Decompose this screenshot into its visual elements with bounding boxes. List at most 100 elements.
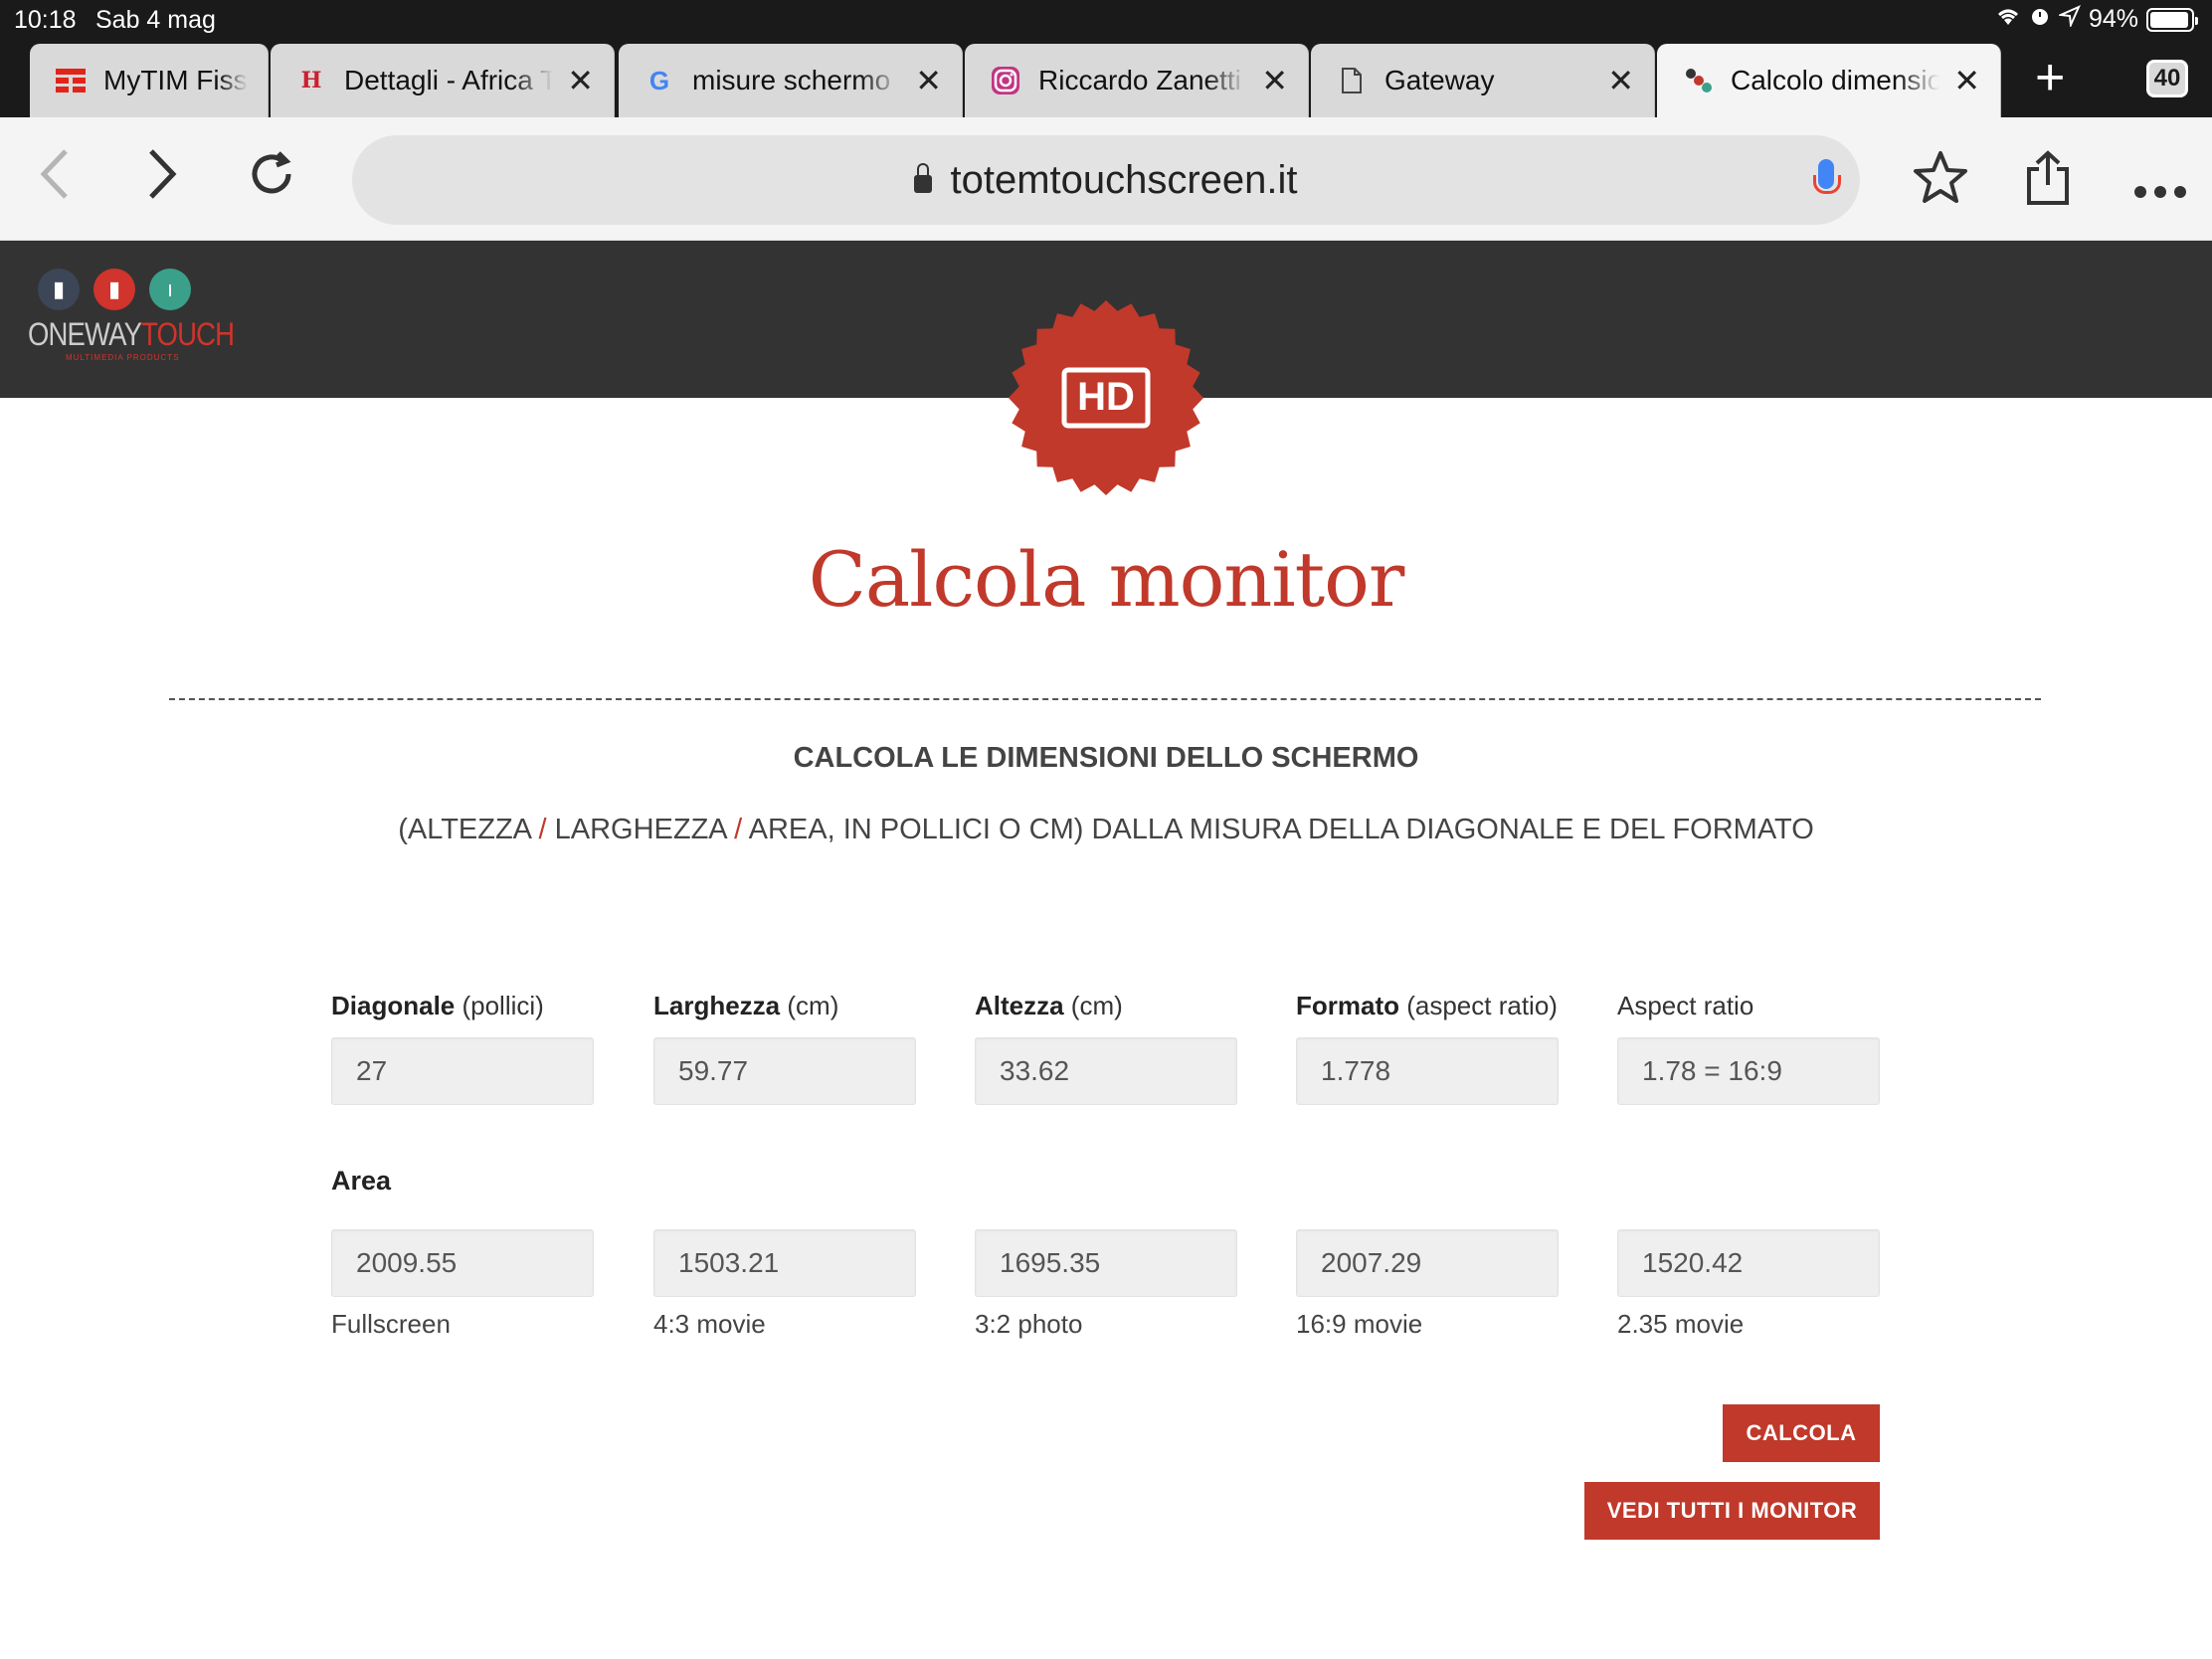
logo-totem-red-icon: ▮ (93, 269, 135, 310)
forward-icon[interactable] (145, 147, 181, 212)
area-169-input[interactable] (1296, 1229, 1559, 1297)
area-caption: Fullscreen (331, 1309, 451, 1339)
height-field: Altezza (cm) (975, 991, 1237, 1105)
desc-separator: / (734, 814, 743, 845)
new-tab-icon[interactable]: + (2035, 52, 2065, 103)
back-icon[interactable] (36, 147, 72, 212)
close-icon[interactable]: ✕ (915, 62, 942, 99)
more-icon[interactable] (2132, 157, 2188, 213)
status-date: Sab 4 mag (95, 6, 216, 34)
area-caption: 2.35 movie (1617, 1309, 1745, 1339)
diagonal-field: Diagonale (pollici) (331, 991, 594, 1105)
site-favicon-icon (1683, 66, 1713, 95)
tab-title: misure schermo (692, 65, 891, 95)
tab-dettagli[interactable]: H Dettagli - Africa T ✕ (271, 44, 615, 117)
section-subtitle: CALCOLA LE DIMENSIONI DELLO SCHERMO (793, 742, 1419, 774)
area-caption: 4:3 movie (653, 1309, 766, 1339)
field-label: Formato (aspect ratio) (1296, 991, 1558, 1020)
field-label: Altezza (cm) (975, 991, 1123, 1020)
microphone-icon[interactable] (1813, 159, 1841, 194)
battery-fill (2150, 11, 2188, 28)
lock-icon (914, 163, 933, 193)
area-235-field: 2.35 movie (1617, 1229, 1880, 1340)
brand-name: ONEWAYTOUCH (28, 316, 235, 353)
browser-toolbar: totemtouchscreen.it (0, 117, 2212, 241)
tab-calcolo[interactable]: Calcolo dimensio ✕ (1657, 44, 2001, 117)
bookmark-star-icon[interactable] (1912, 149, 1969, 218)
location-icon (2057, 5, 2081, 34)
status-time: 10:18 (14, 6, 77, 34)
tab-title: Gateway (1384, 65, 1495, 95)
document-icon (1337, 66, 1367, 95)
tim-logo-icon (56, 66, 86, 95)
status-right: 94% (1995, 5, 2198, 34)
desc-part-1: (ALTEZZA (398, 814, 539, 845)
area-fullscreen-input[interactable] (331, 1229, 594, 1297)
area-fullscreen-field: Fullscreen (331, 1229, 594, 1340)
format-input[interactable] (1296, 1037, 1559, 1105)
vedi-tutti-monitor-button[interactable]: VEDI TUTTI I MONITOR (1584, 1482, 1880, 1540)
desc-part-2: LARGHEZZA (546, 814, 735, 845)
share-icon[interactable] (2023, 149, 2073, 220)
field-label: Diagonale (pollici) (331, 991, 544, 1020)
reload-icon[interactable] (245, 147, 298, 212)
close-icon[interactable]: ✕ (567, 62, 594, 99)
brand-name-gray: ONEWAY (28, 316, 142, 352)
instagram-icon (991, 66, 1020, 95)
close-icon[interactable]: ✕ (1607, 62, 1634, 99)
google-g-icon: G (648, 65, 670, 95)
aspect-ratio-input[interactable] (1617, 1037, 1880, 1105)
battery-icon (2146, 7, 2198, 32)
wifi-icon (1995, 5, 2021, 34)
logo-dots: ▮ ▮ ı (38, 269, 207, 310)
diagonal-input[interactable] (331, 1037, 594, 1105)
battery-percent: 94% (2088, 5, 2138, 33)
calcola-button[interactable]: CALCOLA (1723, 1404, 1880, 1462)
hd-badge-icon: HD (1007, 298, 1205, 497)
area-32-input[interactable] (975, 1229, 1237, 1297)
section-description: (ALTEZZA / LARGHEZZA / AREA, IN POLLICI … (0, 814, 2212, 846)
width-input[interactable] (653, 1037, 916, 1105)
area-235-input[interactable] (1617, 1229, 1880, 1297)
tab-title: Dettagli - Africa T (344, 65, 554, 95)
tab-title: MyTIM Fiss (103, 65, 248, 95)
height-input[interactable] (975, 1037, 1237, 1105)
aspect-ratio-field: Aspect ratio (1617, 991, 1880, 1105)
tab-title: Calcolo dimensio (1731, 65, 1940, 95)
area-32-field: 3:2 photo (975, 1229, 1237, 1340)
address-bar[interactable]: totemtouchscreen.it (352, 135, 1860, 225)
area-label: Area (331, 1166, 392, 1196)
format-field: Formato (aspect ratio) (1296, 991, 1559, 1105)
hotel-logo-icon: H (300, 68, 322, 93)
tab-instagram[interactable]: Riccardo Zanetti ✕ (965, 44, 1309, 117)
desc-part-3: AREA, IN POLLICI O CM) DALLA MISURA DELL… (742, 814, 1814, 845)
tab-mytim[interactable]: MyTIM Fiss (30, 44, 269, 117)
dashed-divider (169, 698, 2041, 700)
area-43-input[interactable] (653, 1229, 916, 1297)
brand-name-red: TOUCH (141, 316, 235, 352)
brand-tagline: MULTIMEDIA PRODUCTS (66, 353, 180, 362)
field-label: Larghezza (cm) (653, 991, 839, 1020)
close-icon[interactable]: ✕ (1953, 62, 1980, 99)
area-43-field: 4:3 movie (653, 1229, 916, 1340)
status-bar: 10:18 Sab 4 mag 94% (0, 0, 2212, 40)
alarm-icon (2029, 5, 2051, 34)
site-logo[interactable]: ▮ ▮ ı ONEWAYTOUCH MULTIMEDIA PRODUCTS (28, 269, 235, 362)
page-title: Calcola monitor (808, 535, 1405, 624)
badge-text: HD (1077, 375, 1135, 419)
tab-title: Riccardo Zanetti (1038, 65, 1241, 95)
width-field: Larghezza (cm) (653, 991, 916, 1105)
tab-google[interactable]: G misure schermo ✕ (619, 44, 963, 117)
desc-separator: / (538, 814, 547, 845)
logo-totem-teal-icon: ı (149, 269, 191, 310)
field-label: Aspect ratio (1617, 991, 1754, 1020)
area-caption: 16:9 movie (1296, 1309, 1423, 1339)
url-text: totemtouchscreen.it (950, 157, 1298, 202)
area-caption: 3:2 photo (975, 1309, 1083, 1339)
tab-gateway[interactable]: Gateway ✕ (1311, 44, 1655, 117)
area-169-field: 16:9 movie (1296, 1229, 1559, 1340)
tab-count-button[interactable]: 40 (2146, 60, 2188, 97)
close-icon[interactable]: ✕ (1261, 62, 1288, 99)
tab-strip: MyTIM Fiss H Dettagli - Africa T ✕ G mis… (0, 40, 2212, 117)
logo-totem-dark-icon: ▮ (38, 269, 80, 310)
